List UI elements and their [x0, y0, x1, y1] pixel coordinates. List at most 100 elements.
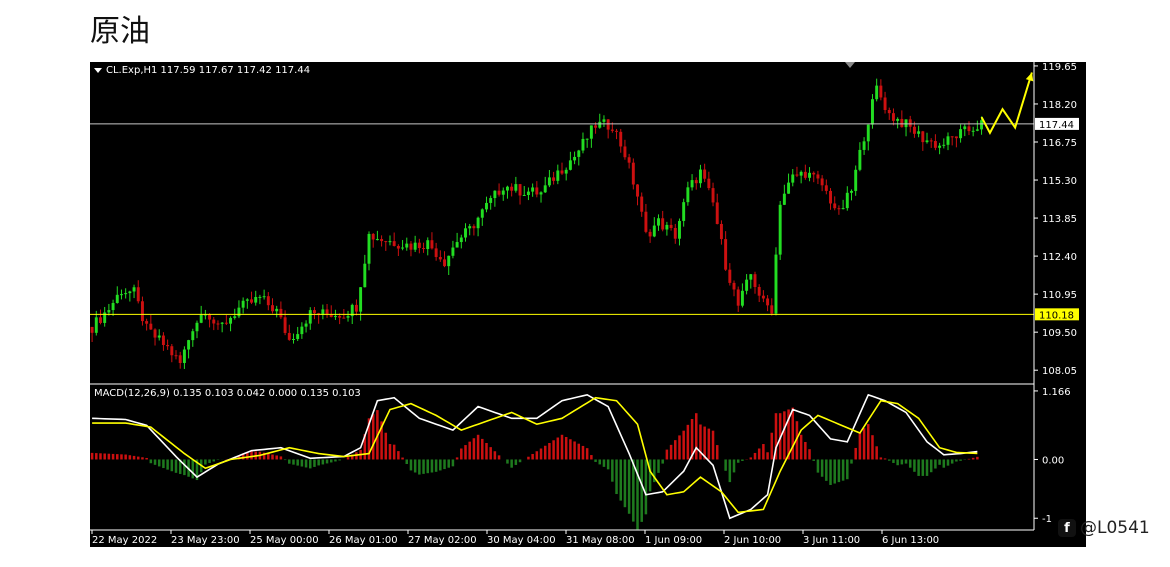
candle-body — [602, 119, 606, 122]
candle-body — [417, 242, 421, 249]
candle-body — [224, 322, 228, 324]
candle-body — [501, 190, 505, 195]
candle — [329, 305, 333, 318]
candle-body — [711, 188, 715, 203]
candle-body — [652, 225, 656, 237]
candle-body — [778, 204, 782, 255]
candle-body — [678, 220, 681, 239]
candle — [497, 183, 501, 197]
candle — [266, 292, 270, 311]
candle-body — [854, 169, 858, 191]
candle-body — [367, 233, 371, 264]
candle-body — [766, 298, 770, 306]
candle — [178, 351, 182, 369]
price-tick-label: 116.75 — [1042, 138, 1077, 149]
candle — [841, 199, 845, 210]
candle — [543, 176, 547, 194]
candle-body — [254, 296, 258, 303]
candle — [212, 316, 216, 331]
candle — [480, 208, 484, 226]
candle-body — [216, 323, 220, 325]
candle — [745, 274, 749, 295]
price-level-label-text: 110.18 — [1039, 310, 1074, 321]
candle — [174, 350, 178, 360]
candle — [417, 238, 421, 254]
candle-body — [191, 331, 195, 341]
candle-body — [258, 296, 262, 298]
candle-body — [161, 335, 165, 346]
macd-tick-label: 0.00 — [1042, 455, 1064, 466]
symbol-title[interactable]: CL.Exp,H1 117.59 117.67 117.42 117.44 — [94, 65, 310, 76]
candle — [883, 91, 887, 114]
candle — [526, 187, 530, 201]
candle-body — [262, 296, 266, 298]
candle-body — [107, 310, 111, 313]
candle-body — [174, 355, 178, 357]
candle-body — [623, 146, 627, 158]
candle-body — [438, 257, 442, 260]
candle — [795, 166, 799, 178]
candle-body — [724, 239, 728, 270]
candle-body — [942, 144, 946, 146]
candle — [782, 184, 786, 206]
candle — [149, 314, 153, 330]
candle-body — [275, 308, 279, 312]
candle — [719, 220, 723, 245]
macd-tick-label: 1.166 — [1042, 387, 1071, 398]
price-tick-label: 115.30 — [1042, 176, 1077, 187]
candle — [157, 329, 161, 341]
candle-body — [875, 85, 879, 100]
candle — [396, 244, 400, 256]
candle-body — [426, 240, 430, 250]
candle-body — [505, 186, 509, 191]
candle-body — [732, 282, 736, 290]
candle-body — [883, 97, 887, 110]
candle — [917, 125, 921, 138]
candle-body — [690, 180, 694, 188]
candle-body — [182, 349, 186, 363]
candle-body — [971, 130, 975, 132]
price-tick-label: 108.05 — [1042, 366, 1077, 377]
candle-body — [292, 339, 295, 341]
candle — [90, 326, 94, 342]
candle-body — [556, 170, 560, 181]
candle-body — [568, 160, 572, 170]
candle-body — [233, 316, 237, 318]
candle-body — [342, 317, 346, 319]
chart-svg[interactable]: 117.44 110.18 119.65 118.20 116.75 115.30 113.… — [90, 62, 1086, 547]
candle — [556, 164, 560, 185]
candle — [657, 214, 660, 231]
candle — [862, 137, 866, 155]
candle-body — [552, 177, 556, 181]
candle-body — [401, 247, 405, 249]
candle — [703, 163, 707, 183]
candle-body — [963, 126, 967, 130]
candle-body — [245, 299, 249, 301]
candle-body — [535, 187, 539, 195]
candle-body — [312, 310, 316, 314]
candle — [812, 171, 816, 183]
candle-body — [648, 231, 652, 237]
candle-body — [921, 131, 925, 143]
candle — [375, 230, 379, 241]
candle-body — [703, 169, 707, 179]
candle-body — [891, 113, 895, 121]
candle — [724, 231, 728, 271]
candle — [761, 290, 765, 303]
candle — [698, 164, 702, 188]
dropdown-triangle-icon[interactable] — [94, 67, 102, 73]
candle-body — [531, 187, 535, 192]
candle — [694, 177, 698, 190]
candle — [443, 251, 446, 268]
watermark: f @L0541 — [1058, 518, 1150, 538]
candle — [577, 149, 581, 166]
candle-body — [791, 174, 795, 183]
candle-body — [682, 202, 686, 221]
candle-body — [153, 329, 157, 338]
macd-line-macd — [92, 393, 978, 520]
price-level-label: 110.18 — [1035, 308, 1079, 321]
candle — [208, 313, 212, 328]
candle — [279, 301, 283, 320]
candle-body — [707, 178, 711, 189]
candle-body — [980, 120, 984, 130]
